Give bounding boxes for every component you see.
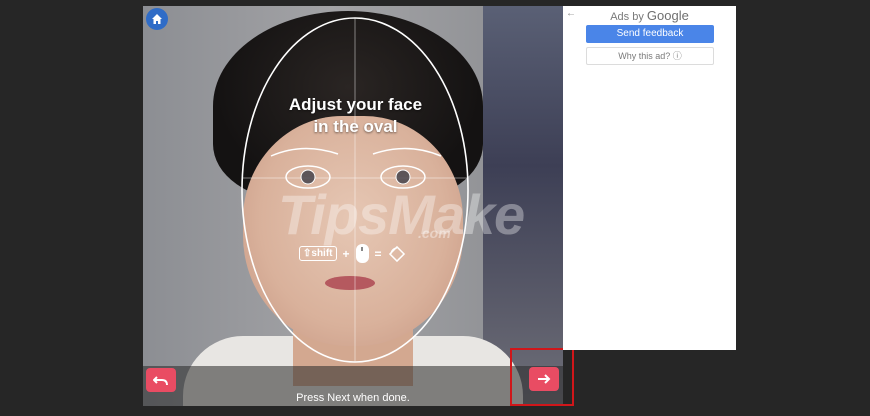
next-button-highlight-box: [510, 348, 574, 406]
app-stage: Adjust your face in the oval TipsMake ⇧s…: [0, 0, 870, 416]
send-feedback-button[interactable]: Send feedback: [586, 25, 714, 43]
adjust-face-headline: Adjust your face in the oval: [263, 94, 448, 138]
right-brow-guide: [372, 147, 442, 157]
ads-by-google-label: Ads by Google: [563, 8, 736, 23]
why-this-ad-button[interactable]: Why this ad? ⓘ: [586, 47, 714, 65]
press-next-instruction: Press Next when done.: [296, 392, 410, 404]
face-camera-view: Adjust your face in the oval TipsMake ⇧s…: [143, 6, 563, 406]
hint-equals: =: [374, 246, 382, 261]
watermark-suffix: .com: [418, 225, 451, 241]
rotate-hint: ⇧shift + =: [299, 244, 406, 263]
left-brow-guide: [270, 147, 339, 157]
home-icon: [152, 14, 162, 24]
ads-by-prefix: Ads by: [610, 11, 644, 23]
home-button[interactable]: [146, 8, 168, 30]
watermark-text: TipsMake: [278, 183, 525, 246]
rotate-icon: [388, 245, 405, 262]
headline-line-1: Adjust your face: [288, 95, 423, 114]
shift-key-icon: ⇧shift: [299, 246, 337, 261]
mouse-scroll-icon: [355, 244, 369, 263]
undo-button[interactable]: [146, 368, 176, 392]
hint-plus: +: [342, 246, 350, 261]
google-brand: Google: [646, 8, 689, 23]
undo-arrow-icon: [153, 376, 168, 386]
headline-line-2: in the oval: [313, 117, 398, 136]
